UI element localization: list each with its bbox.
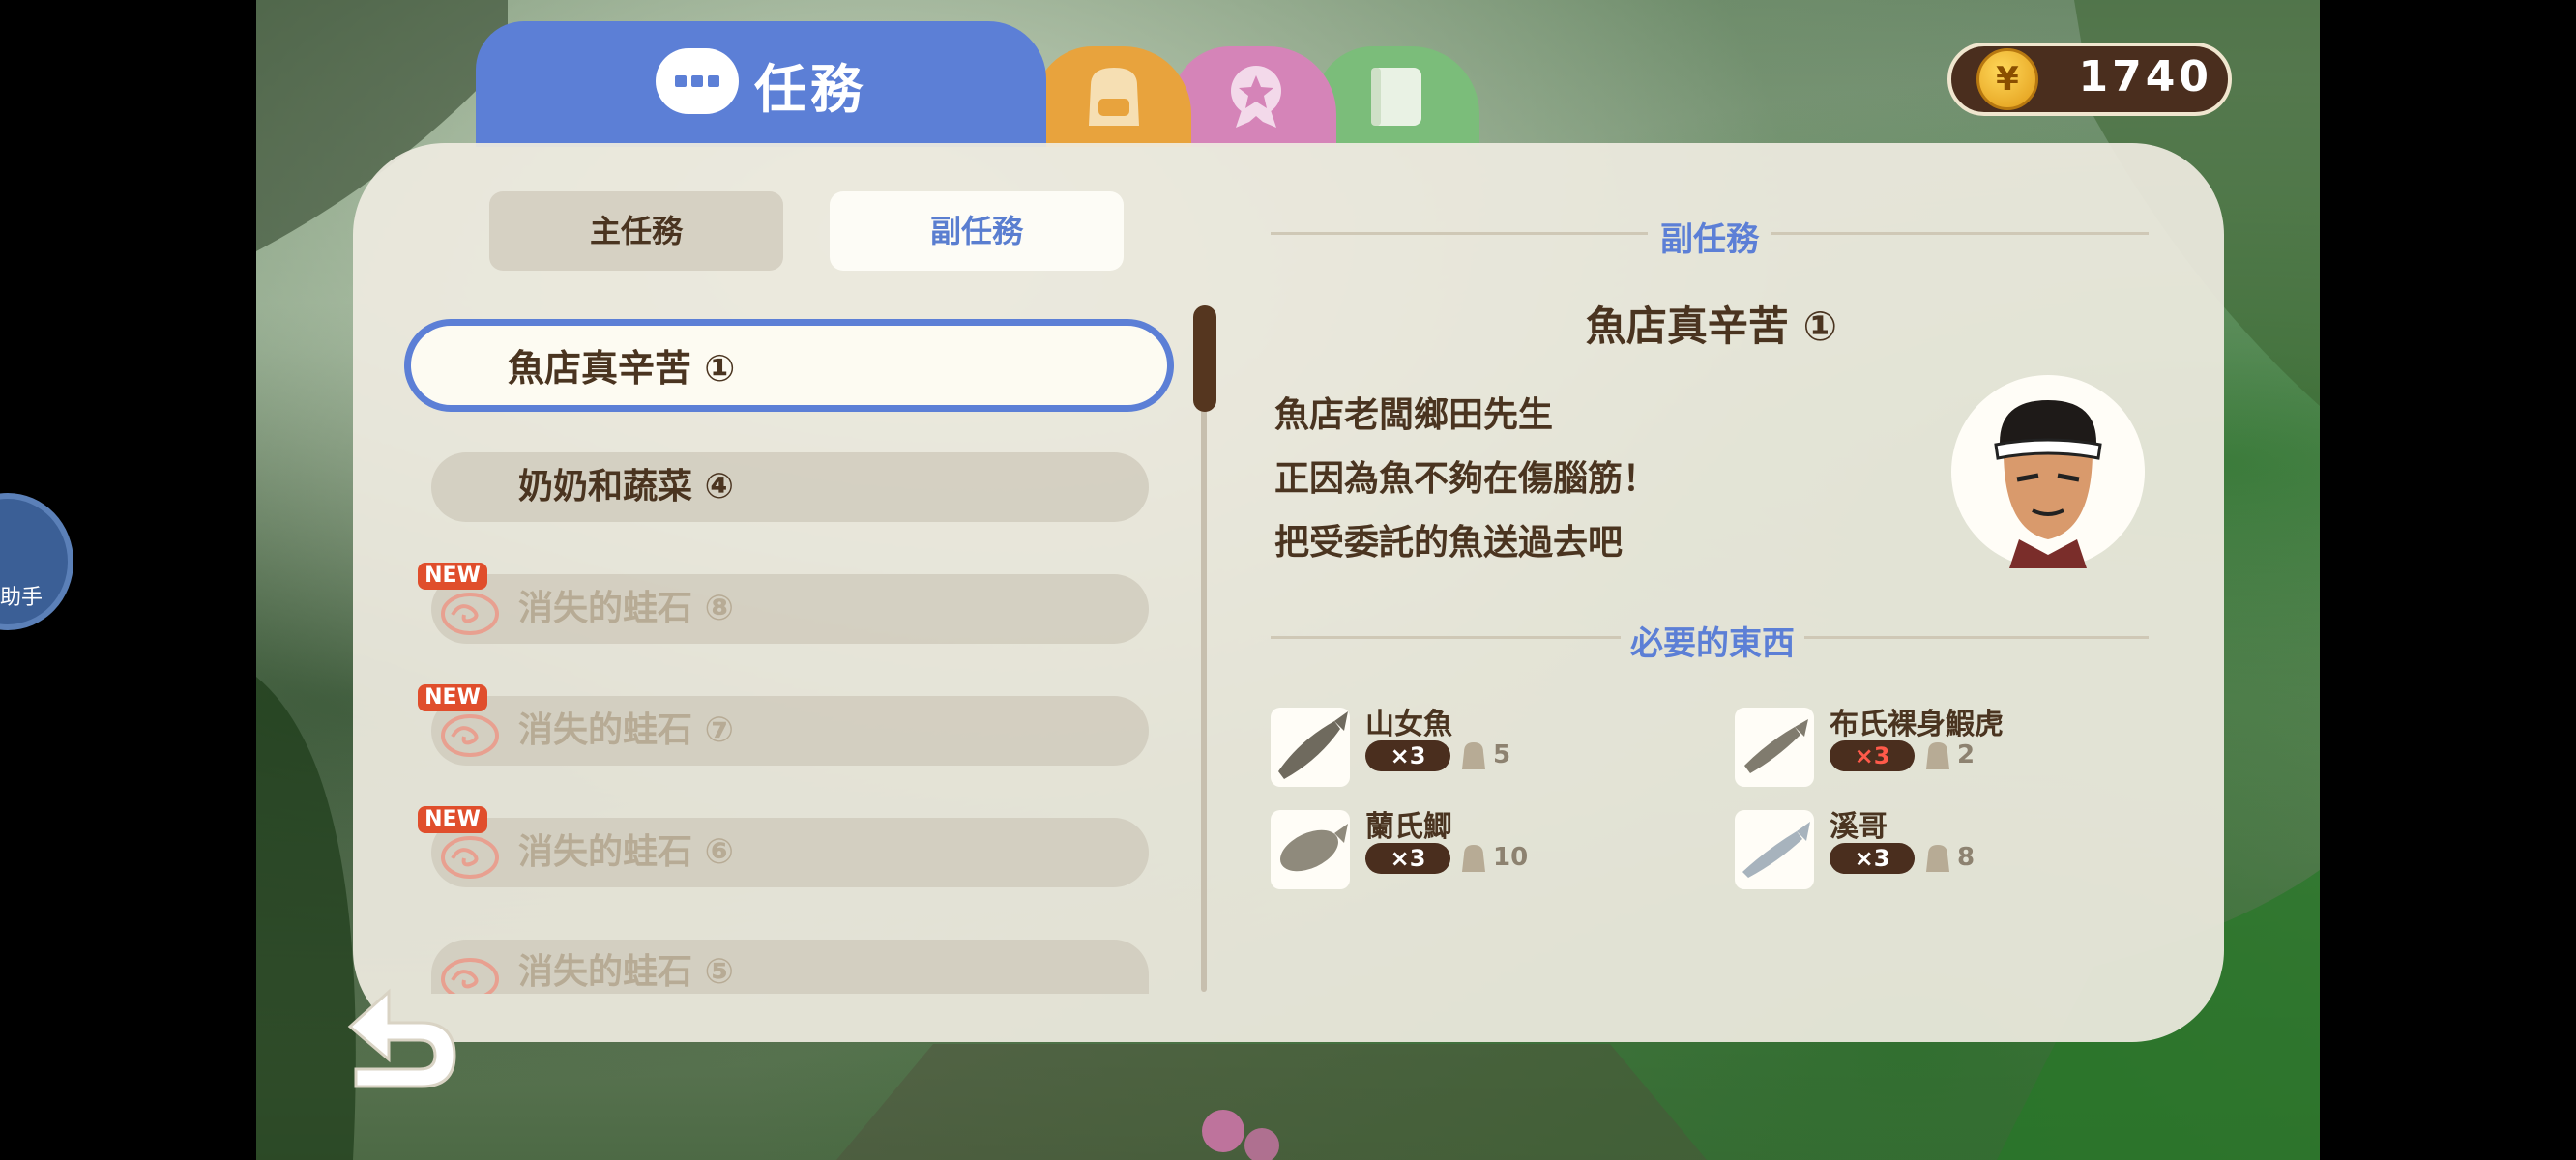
back-arrow-icon[interactable]: [340, 984, 462, 1088]
item-owned-count: 5: [1493, 740, 1511, 769]
item-required-count: ×3: [1830, 843, 1915, 874]
item-name: 山女魚: [1365, 708, 1452, 741]
fish-image: [1735, 810, 1814, 889]
helper-label: 助手: [0, 586, 44, 610]
fish-image: [1271, 708, 1350, 787]
currency-amount: 1740: [2078, 52, 2212, 102]
fish-icon: [1280, 824, 1348, 872]
quest-label: 消失的蛙石 ⑤: [518, 952, 735, 992]
divider: [1271, 232, 1648, 235]
quest-detail-title: 魚店真辛苦 ①: [1585, 303, 1838, 350]
new-badge: NEW: [418, 563, 487, 590]
quest-label: 奶奶和蔬菜 ④: [518, 467, 735, 507]
item-name: 布氏裸身鰕虎: [1830, 708, 2004, 741]
tab-side-quests[interactable]: 副任務: [830, 191, 1124, 271]
item-name: 蘭氏鯽: [1365, 810, 1452, 844]
new-badge: NEW: [418, 684, 487, 711]
quest-description-line: 把受委託的魚送過去吧: [1274, 523, 1624, 563]
item-owned-count: 2: [1957, 740, 1976, 769]
fish-icon: [1742, 822, 1810, 878]
detail-section-header: 副任務: [1660, 220, 1759, 259]
fishmonger-avatar: [1994, 400, 2102, 568]
quest-item-selected[interactable]: 魚店真辛苦 ①: [404, 319, 1174, 412]
new-badge: NEW: [418, 806, 487, 833]
quest-label: 消失的蛙石 ⑦: [518, 710, 735, 750]
backpack-icon: [1089, 68, 1139, 126]
item-owned-count: 8: [1957, 843, 1976, 872]
backpack-icon: [1462, 845, 1485, 872]
quest-description-line: 正因為魚不夠在傷腦筋！: [1274, 459, 1658, 499]
quest-item[interactable]: NEW 消失的蛙石 ⑥: [418, 806, 1149, 887]
frog-stone-icon: [441, 593, 499, 635]
tab-tasks-title: 任務: [754, 59, 866, 120]
divider: [1771, 232, 2149, 235]
backpack-icon: [1462, 742, 1485, 769]
frog-stone-icon: [441, 714, 499, 757]
fish-icon: [1744, 719, 1808, 773]
quest-description-line: 魚店老闆鄉田先生: [1274, 395, 1554, 435]
frog-stone-icon: [441, 836, 499, 879]
quest-label: 消失的蛙石 ⑥: [518, 832, 735, 872]
award-badge-icon: [1231, 66, 1281, 128]
yen-coin-icon: ¥: [1976, 48, 2038, 110]
npc-portrait: [1951, 375, 2145, 568]
quest-item[interactable]: NEW 消失的蛙石 ⑧: [418, 563, 1149, 644]
required-items-header: 必要的東西: [1630, 624, 1795, 663]
tab-achievements[interactable]: [1172, 46, 1336, 147]
item-required-count: ×3: [1830, 740, 1915, 771]
item-name: 溪哥: [1830, 810, 1888, 844]
backpack-icon: [1926, 845, 1949, 872]
item-required-count: ×3: [1365, 740, 1450, 771]
quest-item[interactable]: 奶奶和蔬菜 ④: [431, 452, 1149, 522]
quest-label: 消失的蛙石 ⑧: [518, 589, 735, 628]
scrollbar-thumb[interactable]: [1193, 305, 1216, 412]
fish-image: [1735, 708, 1814, 787]
backpack-icon: [1926, 742, 1949, 769]
fish-icon: [1278, 711, 1348, 779]
quest-item[interactable]: NEW 消失的蛙石 ⑦: [418, 684, 1149, 766]
quest-label: 魚店真辛苦 ①: [508, 347, 736, 390]
quest-item[interactable]: 消失的蛙石 ⑤: [431, 940, 1149, 994]
book-icon: [1371, 68, 1421, 126]
item-owned-count: 10: [1493, 843, 1529, 872]
item-required-count: ×3: [1365, 843, 1450, 874]
tab-main-quests[interactable]: 主任務: [489, 191, 783, 271]
divider: [1804, 636, 2149, 639]
tab-book[interactable]: [1315, 46, 1479, 147]
chat-bubble-icon: [656, 48, 739, 114]
fish-image: [1271, 810, 1350, 889]
divider: [1271, 636, 1621, 639]
